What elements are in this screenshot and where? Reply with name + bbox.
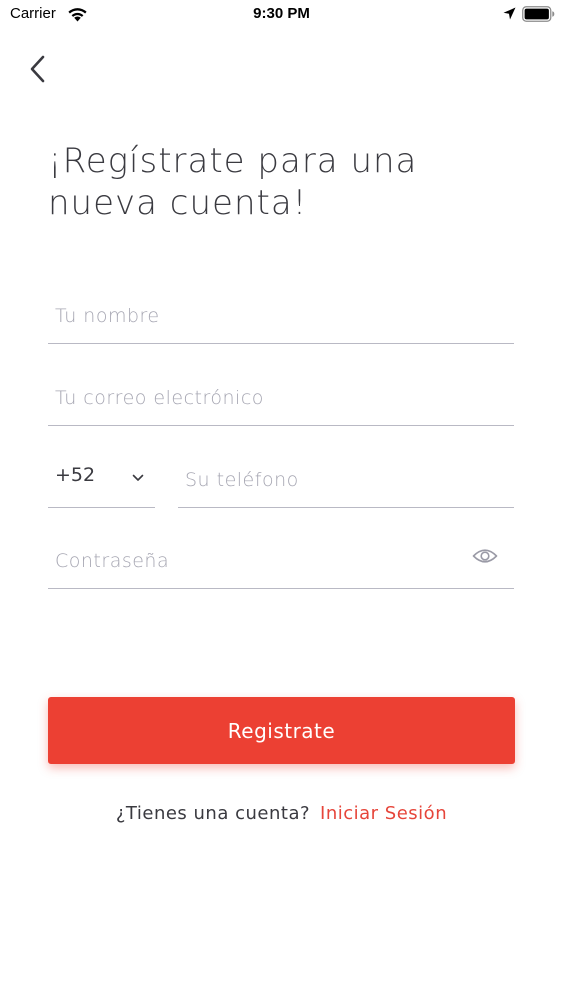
eye-icon[interactable] (472, 547, 498, 565)
status-time: 9:30 PM (253, 5, 310, 22)
chevron-left-icon (30, 55, 45, 83)
register-button[interactable]: Registrate (48, 697, 515, 764)
country-code-value: +52 (55, 464, 96, 486)
status-bar: Carrier 9:30 PM (0, 0, 563, 30)
back-button[interactable] (24, 52, 54, 86)
email-input[interactable] (48, 370, 514, 425)
page-title: ¡Regístrate para una nueva cuenta! (48, 140, 518, 224)
login-link[interactable]: Iniciar Sesión (320, 803, 447, 824)
name-input[interactable] (48, 288, 514, 343)
chevron-down-icon (132, 474, 144, 481)
password-field-container (48, 533, 514, 589)
login-prompt: ¿Tienes una cuenta? Iniciar Sesión (0, 803, 563, 824)
login-question: ¿Tienes una cuenta? (115, 803, 311, 824)
phone-input[interactable] (178, 452, 514, 507)
location-arrow-icon (503, 7, 516, 20)
password-input[interactable] (48, 533, 514, 588)
country-code-select[interactable]: +52 (48, 452, 155, 508)
phone-field-container (178, 452, 514, 508)
email-field-container (48, 370, 514, 426)
battery-icon (522, 6, 555, 22)
page-title-line-2: nueva cuenta! (48, 183, 308, 223)
page-title-line-1: ¡Regístrate para una (48, 141, 418, 181)
name-field-container (48, 288, 514, 344)
